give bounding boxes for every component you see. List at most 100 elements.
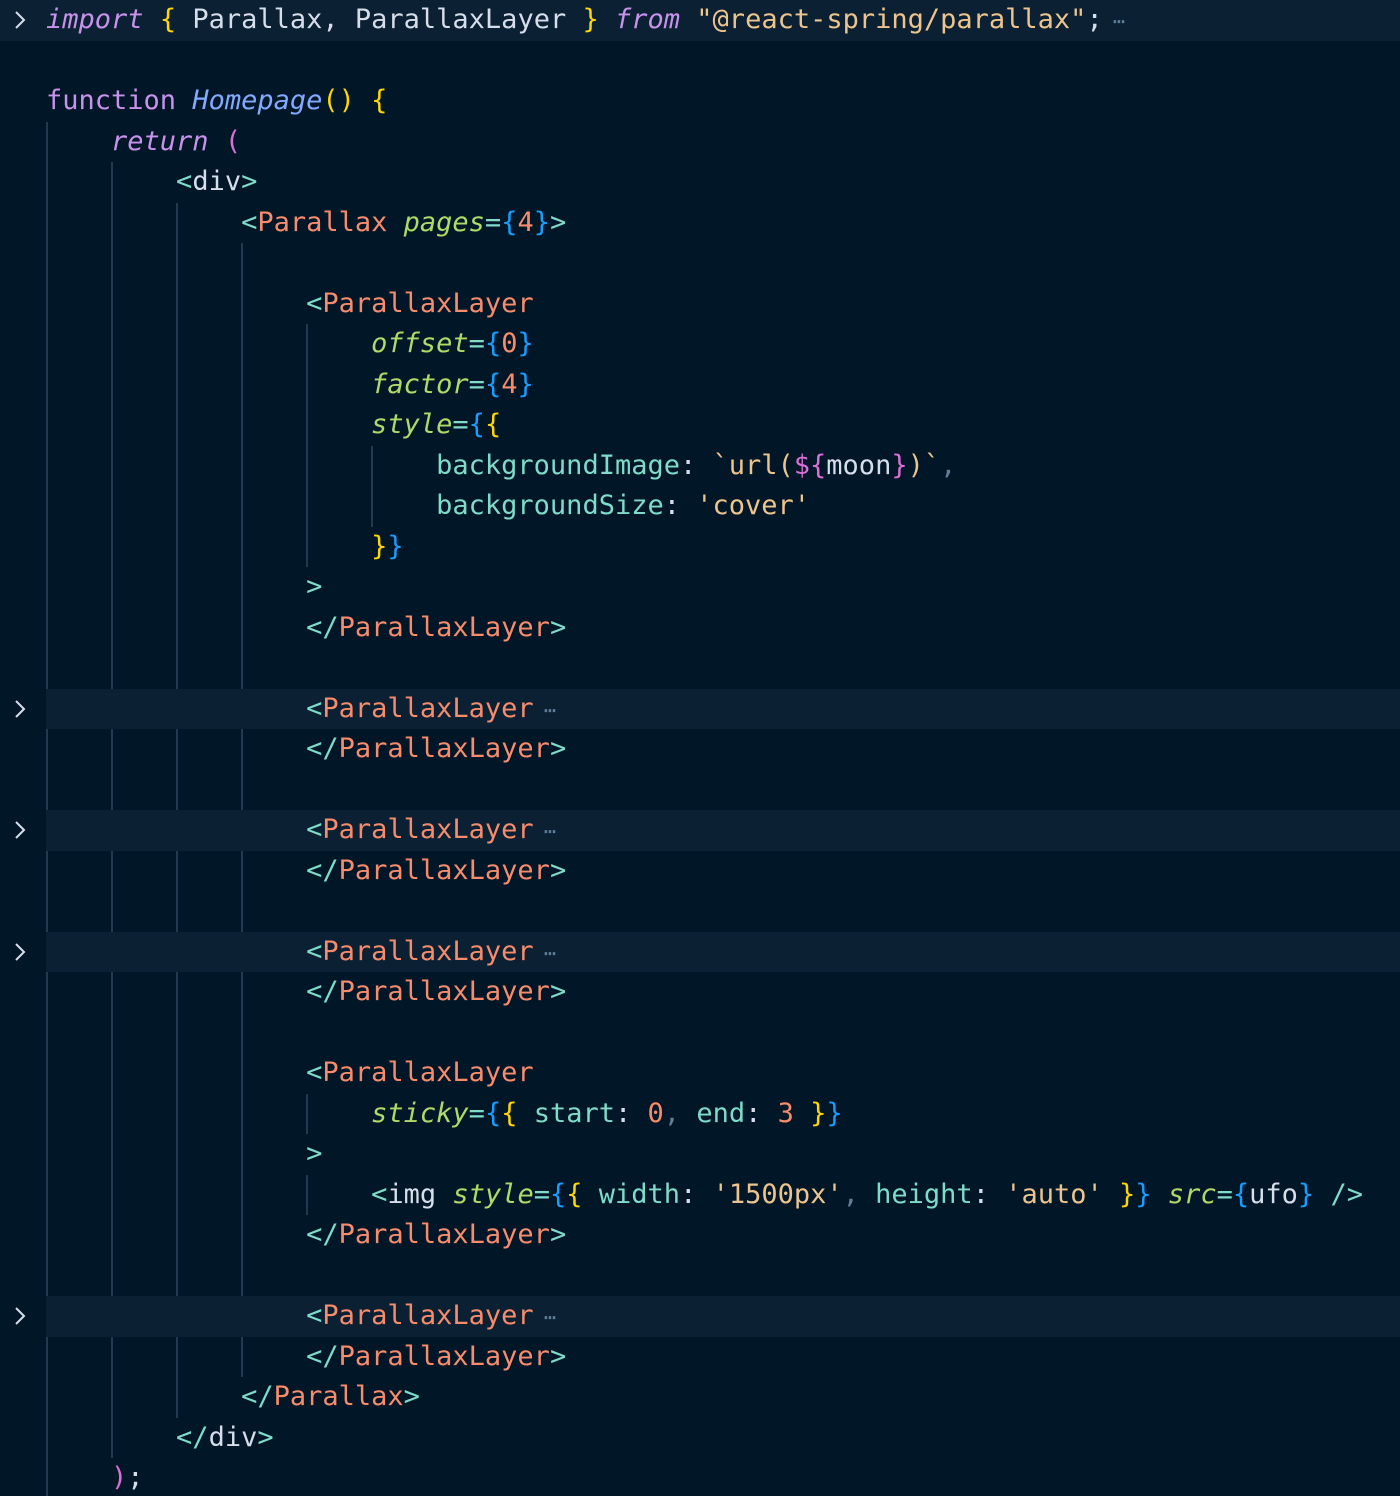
code-token: ( [224,125,242,157]
fold-chevron-icon[interactable] [6,813,34,847]
code-line[interactable]: import { Parallax, ParallaxLayer } from … [0,0,1400,41]
code-line[interactable]: backgroundImage: `url(${moon})`, [0,446,1400,487]
folded-ellipsis[interactable]: ⋯ [534,698,556,722]
code-token: : [615,1097,648,1129]
folded-ellipsis[interactable]: ⋯ [534,941,556,965]
code-token: factor [371,368,469,400]
code-token: </ [306,976,339,1007]
code-line[interactable]: style={{ [0,405,1400,446]
code-line[interactable] [0,1013,1400,1054]
code-token: 4 [517,206,534,238]
code-line[interactable]: </ParallaxLayer> [0,1215,1400,1256]
fold-chevron-icon[interactable] [6,692,34,726]
code-token: = [468,328,485,359]
code-token: </ [176,1421,209,1453]
code-line[interactable]: </Parallax> [0,1377,1400,1418]
code-token: = [468,1097,485,1129]
code-line[interactable]: <ParallaxLayer [0,1053,1400,1094]
code-token: end [696,1097,746,1129]
code-line[interactable] [0,770,1400,811]
code-token: ParallaxLayer [338,854,550,886]
code-line[interactable]: > [0,567,1400,608]
code-token: "@react-spring/parallax" [696,4,1087,35]
code-line[interactable]: <div> [0,162,1400,203]
code-token: < [306,1300,323,1331]
code-line[interactable]: <ParallaxLayer ⋯ [15,688,1400,729]
code-token: < [241,206,258,238]
code-token: > [241,166,258,197]
code-line[interactable]: offset={0} [0,324,1400,365]
code-line[interactable]: <Parallax pages={4}> [0,203,1400,244]
code-token: </ [241,1381,274,1412]
code-text: backgroundImage: `url(${moon})`, [436,446,956,487]
code-line[interactable]: return ( [0,122,1400,163]
fold-chevron-icon[interactable] [6,3,34,37]
code-text: <Parallax pages={4}> [241,203,566,244]
code-token: { [484,1097,502,1129]
code-token: 4 [501,368,518,400]
code-token: function [46,85,177,116]
code-token: = [452,409,469,440]
code-text: </ParallaxLayer> [306,972,566,1013]
code-line[interactable]: <ParallaxLayer ⋯ [15,1296,1400,1337]
folded-ellipsis[interactable]: ⋯ [534,1305,556,1329]
code-line[interactable]: </ParallaxLayer> [0,972,1400,1013]
code-token: src [1167,1178,1217,1210]
code-text: </ParallaxLayer> [306,851,566,892]
code-line[interactable]: }} [0,527,1400,568]
code-token: height [875,1178,973,1210]
code-text: <div> [176,162,257,203]
code-line[interactable]: </ParallaxLayer> [0,729,1400,770]
code-line[interactable]: function Homepage() { [0,81,1400,122]
code-line[interactable] [0,243,1400,284]
code-line[interactable]: </ParallaxLayer> [0,1337,1400,1378]
code-token: , [842,1178,859,1210]
code-line[interactable]: > [0,1134,1400,1175]
fold-chevron-icon[interactable] [6,935,34,969]
code-token: { [468,409,485,440]
code-token: backgroundImage [436,449,680,481]
folded-ellipsis[interactable]: ⋯ [534,819,556,843]
code-token: Parallax [273,1381,404,1412]
code-line[interactable]: backgroundSize: 'cover' [0,486,1400,527]
code-token: } [1119,1178,1136,1210]
code-token: ParallaxLayer [322,287,534,319]
code-token: ) [111,1462,128,1493]
fold-chevron-icon[interactable] [6,1299,34,1333]
code-token: style [452,1178,534,1210]
code-token: > [549,206,567,238]
code-editor[interactable]: import { Parallax, ParallaxLayer } from … [0,0,1400,1496]
code-line[interactable] [0,41,1400,82]
code-line[interactable]: </ParallaxLayer> [0,608,1400,649]
code-line[interactable] [0,1256,1400,1297]
code-line[interactable]: sticky={{ start: 0, end: 3 }} [0,1094,1400,1135]
code-token: </ [306,854,339,886]
code-token: </ [306,611,339,643]
code-token: 0 [647,1097,664,1129]
code-line[interactable]: ); [0,1458,1400,1496]
code-line[interactable]: <ParallaxLayer ⋯ [15,931,1400,972]
code-line[interactable]: <img style={{ width: '1500px', height: '… [0,1175,1400,1216]
code-line[interactable]: </div> [0,1418,1400,1459]
code-line[interactable]: <ParallaxLayer ⋯ [15,810,1400,851]
code-token: } [826,1097,843,1129]
code-line[interactable]: <ParallaxLayer [0,284,1400,325]
code-line[interactable]: factor={4} [0,365,1400,406]
code-token: : [745,1097,778,1129]
code-line[interactable] [0,891,1400,932]
folded-ellipsis[interactable]: ⋯ [1103,9,1125,33]
code-token: < [176,166,193,197]
code-token: : [972,1178,1006,1210]
code-text: <ParallaxLayer [306,1053,534,1094]
code-line[interactable]: </ParallaxLayer> [0,851,1400,892]
code-token: < [306,1057,323,1088]
code-line[interactable] [0,648,1400,689]
